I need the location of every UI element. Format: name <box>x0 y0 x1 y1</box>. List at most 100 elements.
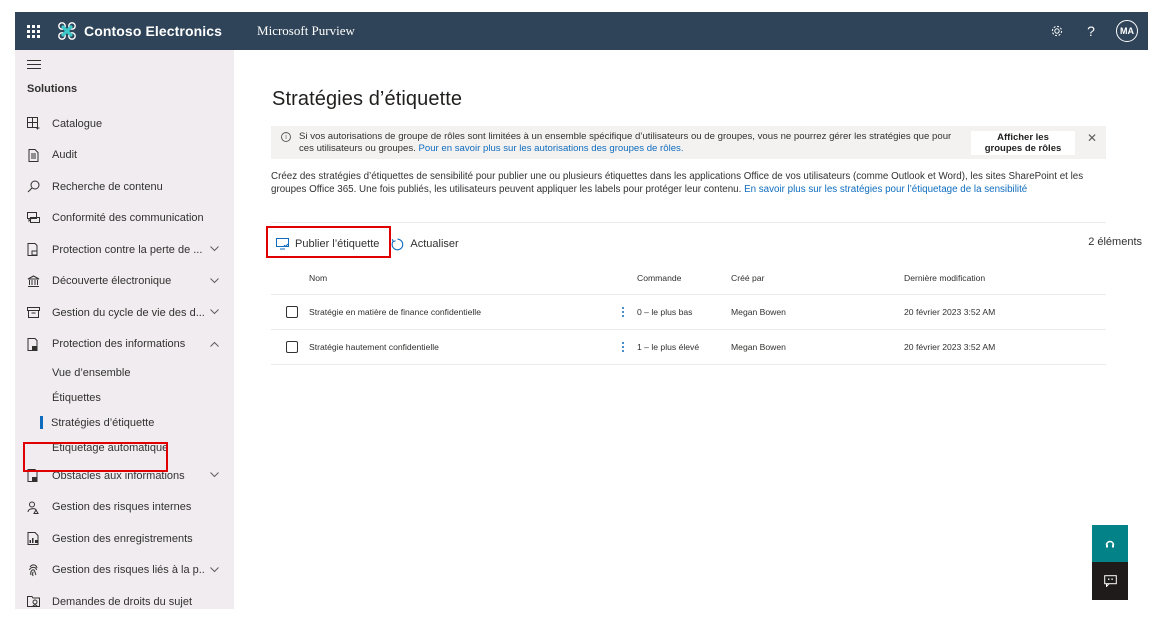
info-banner: i Si vos autorisations de groupe de rôle… <box>271 126 1106 159</box>
row-checkbox[interactable] <box>286 306 298 318</box>
sensitivity-policies-learn-more-link[interactable]: En savoir plus sur les stratégies pour l… <box>744 184 1027 195</box>
feedback-button[interactable] <box>1092 562 1128 600</box>
help-support-button[interactable] <box>1092 525 1128 562</box>
policies-table: Nom Commande Créé par Dernière modificat… <box>271 262 1106 365</box>
barrier-lock-icon <box>26 469 40 483</box>
row-more-actions-button[interactable] <box>609 306 637 318</box>
help-button[interactable]: ? <box>1074 12 1108 50</box>
sidebar-item-dlp-lock[interactable]: Protection contre la perte de ... <box>15 234 234 266</box>
sidebar-subitem[interactable]: Etiquetage automatique <box>15 435 234 460</box>
column-header-order[interactable]: Commande <box>637 273 731 283</box>
chevron-down-icon[interactable] <box>204 276 224 287</box>
chevron-down-icon[interactable] <box>204 244 224 255</box>
sidebar-item-records-chart[interactable]: Gestion des enregistrements <box>15 523 234 555</box>
banner-text: Si vos autorisations de groupe de rôles … <box>299 131 959 155</box>
sidebar-item-catalog-grid[interactable]: Catalogue <box>15 108 234 140</box>
sidebar-item-audit-document[interactable]: Audit <box>15 140 234 172</box>
table-row[interactable]: Stratégie en matière de finance confiden… <box>271 295 1106 330</box>
chevron-down-icon[interactable] <box>204 307 224 318</box>
more-vertical-icon <box>622 306 624 318</box>
sidebar-subitem[interactable]: Vue d’ensemble <box>15 360 234 385</box>
top-bar: Contoso Electronics Microsoft Purview ? … <box>15 12 1148 50</box>
row-more-actions-button[interactable] <box>609 341 637 353</box>
policy-order: 0 – le plus bas <box>637 307 693 317</box>
user-avatar[interactable]: MA <box>1116 20 1138 42</box>
archive-box-icon <box>26 306 40 320</box>
catalog-grid-icon <box>26 117 40 131</box>
sidebar-subitem[interactable]: Étiquettes <box>15 385 234 410</box>
table-row[interactable]: Stratégie hautement confidentielle 1 – l… <box>271 330 1106 365</box>
sidebar-item-label: Gestion des risques liés à la p... <box>52 564 204 577</box>
sidebar-subitem-label: Étiquettes <box>52 391 101 404</box>
sidebar-item-label: Catalogue <box>52 117 103 130</box>
column-header-last-modified[interactable]: Dernière modification <box>904 273 1106 283</box>
app-name[interactable]: Microsoft Purview <box>257 23 355 39</box>
sidebar-item-archive-box[interactable]: Gestion du cycle de vie des d... <box>15 297 234 329</box>
nav-section-title: Solutions <box>27 83 78 95</box>
view-role-groups-button[interactable]: Afficher les groupes de rôles <box>971 131 1075 155</box>
sidebar-item-subject-rights[interactable]: Demandes de droits du sujet <box>15 586 234 609</box>
chevron-down-icon[interactable] <box>204 470 224 481</box>
sidebar-item-label: Obstacles aux informations <box>52 469 185 482</box>
info-protection-lock-icon <box>26 337 40 351</box>
policy-name[interactable]: Stratégie hautement confidentielle <box>309 342 609 352</box>
sidebar-item-label: Protection des informations <box>52 338 186 351</box>
refresh-button[interactable]: Actualiser <box>387 232 459 256</box>
column-header-name[interactable]: Nom <box>309 273 609 283</box>
sidebar-subitem-label: Etiquetage automatique <box>52 441 169 454</box>
policy-name[interactable]: Stratégie en matière de finance confiden… <box>309 307 609 317</box>
publish-monitor-icon <box>276 238 289 250</box>
publish-label-text: Publier l’étiquette <box>295 238 380 250</box>
refresh-icon <box>391 238 404 250</box>
search-icon <box>26 180 40 194</box>
chevron-up-icon[interactable] <box>204 339 224 350</box>
page-description: Créez des stratégies d’étiquettes de sen… <box>271 170 1111 196</box>
headset-icon <box>1105 540 1115 547</box>
chevron-down-icon[interactable] <box>204 565 224 576</box>
app-launcher-button[interactable] <box>15 12 51 50</box>
collapse-nav-button[interactable] <box>27 60 41 72</box>
sidebar-subitem-active[interactable]: Stratégies d’étiquette <box>15 410 234 435</box>
policy-last-modified: 20 février 2023 3:52 AM <box>904 307 996 317</box>
selected-indicator <box>40 416 43 429</box>
hamburger-icon <box>27 60 41 61</box>
view-role-groups-label-1: Afficher les <box>997 132 1049 143</box>
privacy-fingerprint-icon <box>26 563 40 577</box>
sidebar-item-label: Demandes de droits du sujet <box>52 595 193 608</box>
feedback-chat-icon <box>1103 575 1117 587</box>
sidebar-item-barrier-lock[interactable]: Obstacles aux informations <box>15 460 234 492</box>
sidebar-item-label: Gestion des risques internes <box>52 501 192 514</box>
sidebar-item-label: Gestion des enregistrements <box>52 532 193 545</box>
settings-gear-icon <box>1051 25 1063 37</box>
ediscovery-building-icon <box>26 274 40 288</box>
row-checkbox[interactable] <box>286 341 298 353</box>
column-header-created-by[interactable]: Créé par <box>731 273 904 283</box>
policy-created-by: Megan Bowen <box>731 307 786 317</box>
settings-button[interactable] <box>1040 12 1074 50</box>
sidebar-item-label: Découverte électronique <box>52 275 172 288</box>
sidebar-item-chat-compliance[interactable]: Conformité des communications <box>15 203 234 235</box>
sidebar-item-search[interactable]: Recherche de contenu <box>15 171 234 203</box>
contoso-logo-icon <box>58 22 76 40</box>
sidebar-item-label: Conformité des communications <box>52 212 204 225</box>
sidebar-item-insider-risk-person[interactable]: Gestion des risques internes <box>15 492 234 524</box>
role-groups-learn-more-link[interactable]: Pour en savoir plus sur les autorisation… <box>418 143 683 154</box>
chat-compliance-icon <box>26 211 40 225</box>
sidebar-item-label: Recherche de contenu <box>52 180 163 193</box>
close-banner-button[interactable]: ✕ <box>1087 131 1097 145</box>
audit-document-icon <box>26 148 40 162</box>
insider-risk-person-icon <box>26 500 40 514</box>
app-frame: Contoso Electronics Microsoft Purview ? … <box>15 12 1148 609</box>
subject-rights-icon <box>26 595 40 609</box>
sidebar-item-ediscovery-building[interactable]: Découverte électronique <box>15 266 234 298</box>
sidebar-item-label: Audit <box>52 149 78 162</box>
sidebar-item-info-protection-lock[interactable]: Protection des informations <box>15 329 234 361</box>
view-role-groups-label-2: groupes de rôles <box>984 143 1062 154</box>
org-brand[interactable]: Contoso Electronics <box>57 21 222 41</box>
policy-created-by: Megan Bowen <box>731 342 786 352</box>
sidebar-item-privacy-fingerprint[interactable]: Gestion des risques liés à la p... <box>15 555 234 587</box>
app-launcher-icon <box>26 24 40 38</box>
publish-label-button[interactable]: Publier l’étiquette <box>271 232 387 256</box>
close-icon: ✕ <box>1087 131 1098 145</box>
help-question-icon: ? <box>1087 23 1095 39</box>
